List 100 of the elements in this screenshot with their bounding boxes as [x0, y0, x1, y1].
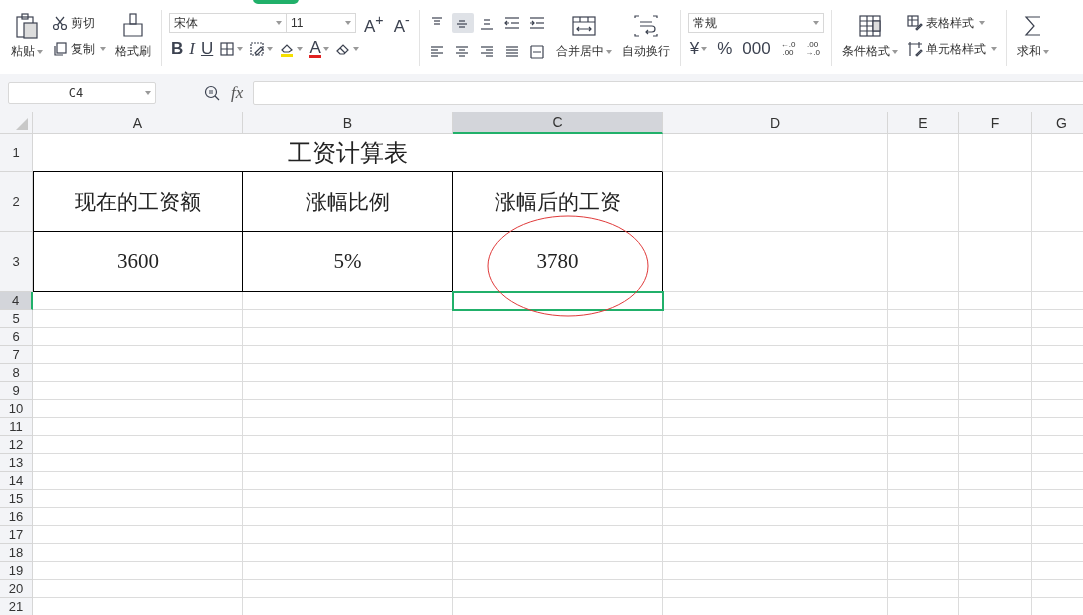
table-cell — [888, 328, 959, 346]
copy-icon — [52, 41, 68, 57]
caret-icon — [267, 47, 274, 51]
align-left-icon — [428, 43, 445, 60]
number-format-button[interactable]: 000 — [740, 39, 773, 59]
column-header[interactable]: G — [1032, 112, 1083, 134]
table-cell: 3600 — [33, 232, 243, 292]
row-header[interactable]: 18 — [0, 544, 33, 562]
number-format-select[interactable]: 常规 — [687, 13, 824, 33]
column-header[interactable]: F — [959, 112, 1032, 134]
row-header[interactable]: 3 — [0, 232, 33, 292]
caret-icon — [37, 49, 43, 54]
row-header[interactable]: 19 — [0, 562, 33, 580]
align-right-icon — [478, 43, 495, 60]
caret-icon — [605, 49, 612, 54]
row-header[interactable]: 7 — [0, 346, 33, 364]
italic-button[interactable]: I — [187, 39, 197, 59]
cell-pen-button[interactable]: 单元格样式 — [904, 39, 999, 59]
scissors-icon — [52, 15, 68, 31]
table-cell — [888, 310, 959, 328]
align-middle-button[interactable] — [451, 13, 474, 33]
brush-button[interactable]: 格式刷 — [112, 10, 154, 62]
caret-icon — [1042, 49, 1049, 54]
number-format-button[interactable]: ←.0 .00 — [778, 39, 798, 59]
caret-icon — [978, 21, 985, 25]
table-cell — [888, 562, 959, 580]
clipboard-button[interactable]: 粘贴 — [8, 10, 46, 62]
row-header[interactable]: 5 — [0, 310, 33, 328]
caret-icon — [237, 47, 244, 51]
column-header[interactable]: B — [243, 112, 453, 134]
table-cell — [888, 346, 959, 364]
caret-icon — [701, 47, 708, 51]
table-cell: 涨幅后的工资 — [453, 172, 663, 232]
fill-pattern-button[interactable] — [247, 39, 276, 59]
column-header[interactable]: D — [663, 112, 888, 134]
align-distributed-icon — [528, 43, 545, 60]
table-cell: 5% — [243, 232, 453, 292]
row-header[interactable]: 13 — [0, 454, 33, 472]
caret-icon — [345, 21, 351, 25]
number-format-button[interactable]: .00 →.0 — [803, 39, 822, 59]
table-cell — [888, 580, 959, 598]
row-header[interactable]: 6 — [0, 328, 33, 346]
table-cell: 现在的工资额 — [33, 172, 243, 232]
row-header[interactable]: 14 — [0, 472, 33, 490]
align-outdent-icon — [503, 15, 520, 31]
clipboard-icon — [13, 12, 41, 40]
column-header[interactable]: C — [453, 112, 663, 134]
table-cell — [888, 292, 959, 310]
table-cell — [888, 490, 959, 508]
font-size-select[interactable]: 11 — [286, 13, 356, 33]
merge-button[interactable]: 合并居中 — [552, 10, 615, 62]
scissors-button[interactable]: 剪切 — [50, 13, 108, 33]
row-header[interactable]: 9 — [0, 382, 33, 400]
row-header[interactable]: 4 — [0, 292, 33, 310]
row-header[interactable]: 15 — [0, 490, 33, 508]
table-grid-button[interactable]: 条件格式 — [838, 10, 901, 62]
table-cell — [888, 382, 959, 400]
table-pen-button[interactable]: 表格样式 — [904, 13, 999, 33]
sigma-button[interactable]: 求和 — [1013, 10, 1052, 62]
row-header[interactable]: 1 — [0, 134, 33, 172]
font-family-select[interactable]: 宋体 — [169, 13, 287, 33]
row-header[interactable]: 12 — [0, 436, 33, 454]
row-header[interactable]: 8 — [0, 364, 33, 382]
bold-button[interactable]: B — [169, 39, 186, 59]
column-header[interactable]: E — [888, 112, 959, 134]
zoom-icon — [204, 84, 221, 102]
caret-icon — [145, 91, 151, 95]
table-cell — [888, 526, 959, 544]
caret-icon — [276, 21, 282, 25]
borders-icon — [219, 41, 236, 57]
font-color-button[interactable]: A — [307, 39, 332, 59]
name-box[interactable]: C4 — [8, 82, 156, 104]
selected-cell[interactable] — [453, 292, 663, 310]
function-label[interactable]: fx — [231, 83, 244, 103]
row-header[interactable]: 16 — [0, 508, 33, 526]
align-center-icon — [453, 43, 470, 60]
cell-pen-icon — [906, 41, 923, 57]
sheet-title: 工资计算表 — [33, 134, 663, 172]
align-indent-icon — [528, 15, 545, 31]
copy-button[interactable]: 复制 — [50, 39, 108, 59]
row-header[interactable]: 2 — [0, 172, 33, 232]
borders-button[interactable] — [217, 39, 246, 59]
table-cell — [888, 436, 959, 454]
align-justify-icon — [503, 43, 520, 60]
underline-button[interactable]: U — [198, 39, 216, 59]
number-format-button[interactable]: ¥ — [687, 39, 710, 59]
formula-input[interactable] — [253, 81, 1083, 105]
font-grow-button[interactable]: A$^{+}$ — [362, 13, 386, 33]
number-format-button[interactable]: % — [715, 39, 735, 59]
row-header[interactable]: 20 — [0, 580, 33, 598]
font-shrink-button[interactable]: A$^{-}$ — [391, 13, 412, 33]
wrap-icon — [631, 12, 660, 40]
wrap-button[interactable]: 自动换行 — [618, 10, 673, 62]
caret-icon — [353, 47, 360, 51]
row-header[interactable]: 10 — [0, 400, 33, 418]
row-header[interactable]: 17 — [0, 526, 33, 544]
pattern-icon — [249, 41, 266, 57]
row-header[interactable]: 21 — [0, 598, 33, 615]
column-header[interactable]: A — [33, 112, 243, 134]
row-header[interactable]: 11 — [0, 418, 33, 436]
